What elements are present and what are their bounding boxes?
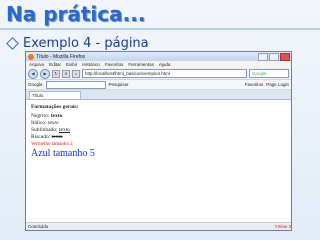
- home-icon[interactable]: ⌂: [72, 69, 80, 78]
- bold-label: Negrito:: [31, 113, 51, 119]
- blue-text: Azul tamanho 5: [31, 148, 95, 159]
- tab-strip: Título: [26, 90, 291, 100]
- italic-label: Itálico:: [31, 120, 48, 126]
- favoritos-button[interactable]: Favoritos: [245, 82, 264, 87]
- underline-value: texto: [58, 127, 70, 133]
- strike-label: Riscado:: [31, 134, 52, 140]
- menu-item-ferramentas[interactable]: Ferramentas: [128, 62, 154, 67]
- google-search-input[interactable]: [45, 80, 106, 89]
- red-text: Vermelho tamanho 2: [31, 142, 73, 147]
- slide-title: Na prática...: [6, 2, 146, 26]
- menu-item-ajuda[interactable]: Ajuda: [159, 62, 171, 67]
- url-input[interactable]: http://localhost/html_basico/exemplo4.ht…: [82, 69, 247, 78]
- pesquisar-button[interactable]: Pesquisar: [109, 82, 129, 87]
- page-login-button[interactable]: Page Login: [266, 82, 289, 87]
- reload-icon[interactable]: ↻: [52, 69, 60, 78]
- status-bar: Concluído YSlow 3: [26, 222, 291, 230]
- italic-value: texto: [47, 120, 59, 126]
- bold-line: Negrito: texto: [31, 113, 286, 120]
- title-divider: [0, 28, 320, 30]
- underline-line: Sublinhado: texto: [31, 127, 286, 134]
- navigation-bar: ◀ ▶ ↻ ✕ ⌂ http://localhost/html_basico/e…: [26, 68, 291, 80]
- bold-value: texto: [50, 113, 63, 119]
- close-button[interactable]: [280, 53, 290, 61]
- diamond-bullet-icon: [6, 37, 19, 50]
- stop-icon[interactable]: ✕: [62, 69, 70, 78]
- window-title: Título - Mozilla Firefox: [36, 53, 86, 60]
- menu-bar: Arquivo Editar Exibir Histórico Favorito…: [26, 61, 291, 68]
- menu-item-favoritos[interactable]: Favoritos: [105, 62, 124, 67]
- underline-label: Sublinhado:: [31, 127, 59, 133]
- browser-titlebar: Título - Mozilla Firefox: [26, 52, 291, 61]
- forward-button[interactable]: ▶: [40, 68, 50, 79]
- page-heading: Formatações gerais:: [31, 104, 79, 110]
- menu-item-editar[interactable]: Editar: [49, 62, 61, 67]
- minimize-button[interactable]: [258, 53, 268, 61]
- bullet-text: Exemplo 4 - página: [23, 36, 149, 51]
- strike-line: Riscado: texto: [31, 134, 286, 141]
- google-toolbar: Google Pesquisar Favoritos Page Login: [26, 80, 291, 90]
- menu-item-arquivo[interactable]: Arquivo: [29, 62, 44, 67]
- addon-badge[interactable]: YSlow 3: [274, 224, 291, 229]
- back-button[interactable]: ◀: [28, 68, 38, 79]
- bullet-item: Exemplo 4 - página: [6, 36, 149, 51]
- maximize-button[interactable]: [269, 53, 279, 61]
- menu-item-exibir[interactable]: Exibir: [66, 62, 77, 67]
- window-controls: [258, 53, 290, 61]
- tab-titulo[interactable]: Título: [29, 91, 81, 99]
- google-label[interactable]: Google: [28, 82, 43, 87]
- page-content: Formatações gerais: Negrito: texto Itáli…: [26, 100, 291, 225]
- italic-line: Itálico: texto: [31, 120, 286, 127]
- status-text: Concluído: [28, 224, 49, 229]
- menu-item-historico[interactable]: Histórico: [82, 62, 100, 67]
- firefox-icon: [28, 53, 34, 60]
- browser-screenshot: Título - Mozilla Firefox Arquivo Editar …: [25, 51, 292, 231]
- search-input[interactable]: Google: [249, 69, 289, 78]
- strike-value: texto: [51, 134, 63, 140]
